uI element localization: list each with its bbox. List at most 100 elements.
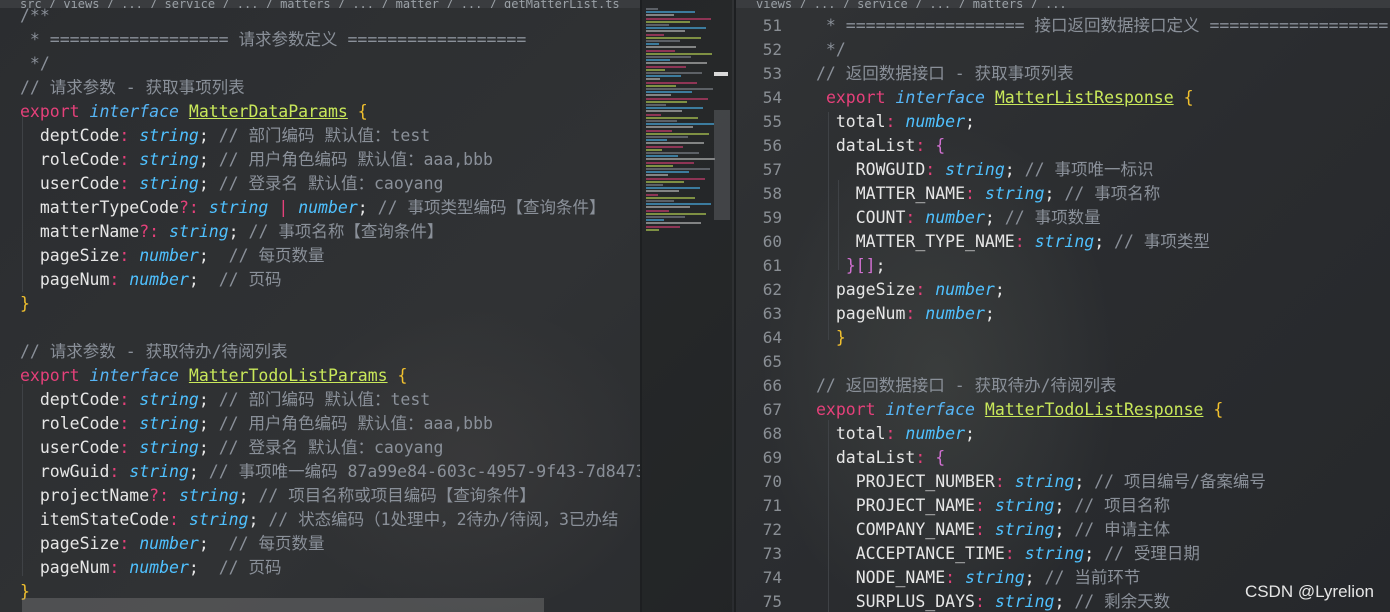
code-line[interactable]: matterTypeCode?: string | number; // 事项类…: [20, 196, 606, 220]
code-line[interactable]: rowGuid: string; // 事项唯一编码 87a99e84-603c…: [20, 460, 640, 484]
code-line[interactable]: PROJECT_NUMBER: string; // 项目编号/备案编号: [816, 470, 1266, 494]
line-number[interactable]: 70: [736, 470, 782, 494]
line-number[interactable]: 58: [736, 182, 782, 206]
line-number[interactable]: 71: [736, 494, 782, 518]
code-line[interactable]: COUNT: number; // 事项数量: [816, 206, 1101, 230]
code-line[interactable]: MATTER_TYPE_NAME: string; // 事项类型: [816, 230, 1210, 254]
line-number[interactable]: 52: [736, 38, 782, 62]
code-line[interactable]: }[];: [816, 254, 886, 278]
minimap-line: [646, 196, 695, 199]
code-token: ACCEPTANCE_TIME: [855, 544, 1005, 563]
code-line[interactable]: pageSize: number; // 每页数量: [20, 244, 325, 268]
line-number[interactable]: 54: [736, 86, 782, 110]
code-line[interactable]: pageNum: number; // 页码: [20, 556, 282, 580]
line-number[interactable]: 65: [736, 350, 782, 374]
line-number[interactable]: 73: [736, 542, 782, 566]
code-line[interactable]: pageNum: number; // 页码: [20, 268, 282, 292]
code-line[interactable]: ACCEPTANCE_TIME: string; // 受理日期: [816, 542, 1200, 566]
code-line[interactable]: deptCode: string; // 部门编码 默认值：test: [20, 388, 430, 412]
code-line[interactable]: pageSize: number;: [816, 278, 1005, 302]
breadcrumb-right[interactable]: views / ... / service / ... / matters / …: [736, 0, 1390, 8]
code-line[interactable]: }: [20, 292, 30, 316]
line-number[interactable]: 72: [736, 518, 782, 542]
code-line[interactable]: export interface MatterTodoListResponse …: [816, 398, 1223, 422]
code-line[interactable]: export interface MatterTodoListParams {: [20, 364, 407, 388]
code-line[interactable]: pageNum: number;: [816, 302, 995, 326]
code-line[interactable]: total: number;: [816, 110, 975, 134]
code-line[interactable]: NODE_NAME: string; // 当前环节: [816, 566, 1141, 590]
code-line[interactable]: matterName?: string; // 事项名称【查询条件】: [20, 220, 443, 244]
code-token: ;: [1054, 496, 1065, 515]
code-token: itemStateCode: [39, 510, 170, 529]
line-number[interactable]: 61: [736, 254, 782, 278]
minimap-line: [646, 216, 685, 218]
code-token: :: [994, 472, 1005, 491]
code-line[interactable]: }: [816, 326, 846, 350]
line-number[interactable]: 75: [736, 590, 782, 612]
editor-pane-left[interactable]: src / views / ... / service / ... / matt…: [0, 0, 640, 612]
code-token: // 返回数据接口 - 获取待办/待阅列表: [816, 376, 1117, 395]
horizontal-scrollbar[interactable]: [22, 598, 544, 612]
code-line[interactable]: roleCode: string; // 用户角色编码 默认值：aaa,bbb: [20, 412, 493, 436]
code-line[interactable]: userCode: string; // 登录名 默认值：caoyang: [20, 436, 444, 460]
breadcrumb-left[interactable]: src / views / ... / service / ... / matt…: [0, 0, 640, 8]
code-line[interactable]: // 请求参数 - 获取待办/待阅列表: [20, 340, 288, 364]
code-token: string: [994, 496, 1055, 515]
code-token: deptCode: [39, 390, 120, 409]
code-token: :: [119, 126, 130, 145]
code-line[interactable]: * ================== 接口返回数据接口定义 ========…: [816, 14, 1388, 38]
line-number[interactable]: 56: [736, 134, 782, 158]
code-line[interactable]: itemStateCode: string; // 状态编码（1处理中，2待办/…: [20, 508, 619, 532]
code-line[interactable]: total: number;: [816, 422, 975, 446]
line-number[interactable]: 51: [736, 14, 782, 38]
code-token: ;: [198, 174, 209, 193]
line-number[interactable]: 67: [736, 398, 782, 422]
line-number[interactable]: 62: [736, 278, 782, 302]
code-token: string: [178, 486, 239, 505]
code-line[interactable]: // 返回数据接口 - 获取待办/待阅列表: [816, 374, 1117, 398]
code-line[interactable]: userCode: string; // 登录名 默认值：caoyang: [20, 172, 444, 196]
code-line[interactable]: ROWGUID: string; // 事项唯一标识: [816, 158, 1154, 182]
line-number[interactable]: 60: [736, 230, 782, 254]
code-line[interactable]: */: [20, 52, 50, 76]
line-number[interactable]: 53: [736, 62, 782, 86]
code-line[interactable]: PROJECT_NAME: string; // 项目名称: [816, 494, 1170, 518]
code-line[interactable]: pageSize: number; // 每页数量: [20, 532, 325, 556]
code-token: * ================== 请求参数定义 ============…: [20, 30, 527, 49]
line-number[interactable]: 74: [736, 566, 782, 590]
code-line[interactable]: deptCode: string; // 部门编码 默认值：test: [20, 124, 430, 148]
editor-pane-right[interactable]: views / ... / service / ... / matters / …: [736, 0, 1390, 612]
code-token: // 用户角色编码 默认值：aaa,bbb: [208, 414, 493, 433]
code-line[interactable]: MATTER_NAME: string; // 事项名称: [816, 182, 1160, 206]
minimap-line: [646, 187, 700, 190]
line-number[interactable]: 57: [736, 158, 782, 182]
code-line[interactable]: roleCode: string; // 用户角色编码 默认值：aaa,bbb: [20, 148, 493, 172]
line-number[interactable]: 55: [736, 110, 782, 134]
code-token: rowGuid: [39, 462, 110, 481]
code-line[interactable]: SURPLUS_DAYS: string; // 剩余天数: [816, 590, 1170, 612]
code-line[interactable]: // 请求参数 - 获取事项列表: [20, 76, 245, 100]
code-line[interactable]: export interface MatterDataParams {: [20, 100, 368, 124]
minimap[interactable]: [642, 0, 732, 612]
code-line[interactable]: COMPANY_NAME: string; // 申请主体: [816, 518, 1170, 542]
code-line[interactable]: dataList: {: [816, 446, 945, 470]
vertical-scrollbar[interactable]: [714, 110, 730, 220]
line-number[interactable]: 59: [736, 206, 782, 230]
line-number[interactable]: 69: [736, 446, 782, 470]
line-number[interactable]: 63: [736, 302, 782, 326]
line-number[interactable]: 66: [736, 374, 782, 398]
code-line[interactable]: * ================== 请求参数定义 ============…: [20, 28, 526, 52]
code-line[interactable]: dataList: {: [816, 134, 945, 158]
code-token: :: [915, 136, 926, 155]
code-token: :: [119, 438, 130, 457]
code-line[interactable]: export interface MatterListResponse {: [816, 86, 1194, 110]
code-line[interactable]: // 返回数据接口 - 获取事项列表: [816, 62, 1074, 86]
code-line[interactable]: */: [816, 38, 846, 62]
code-line[interactable]: /**: [20, 4, 50, 28]
line-number[interactable]: 68: [736, 422, 782, 446]
line-number[interactable]: 64: [736, 326, 782, 350]
code-line[interactable]: projectName?: string; // 项目名称或项目编码【查询条件】: [20, 484, 536, 508]
